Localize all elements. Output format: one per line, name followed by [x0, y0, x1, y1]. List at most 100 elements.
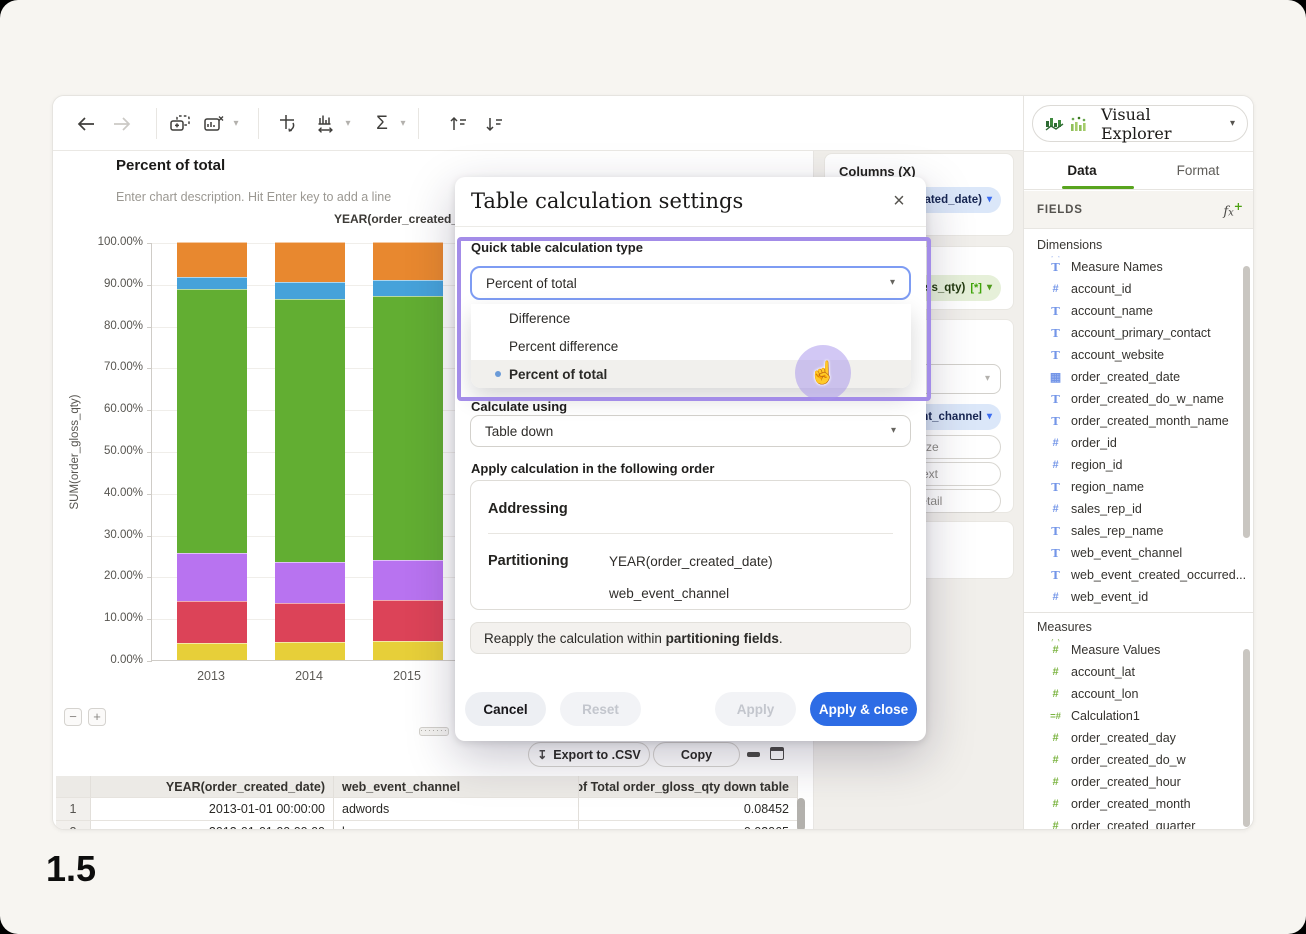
field-item-order-created-month-name[interactable]: Torder_created_month_name — [1024, 410, 1254, 432]
mini-bar-line-chart-icon — [1045, 116, 1065, 132]
bar-segment-segment-orange[interactable] — [177, 242, 247, 277]
tab-data[interactable]: Data — [1024, 152, 1140, 189]
field-item-calculation1[interactable]: =#Calculation1 — [1024, 705, 1254, 727]
bar-segment-segment-green[interactable] — [177, 289, 247, 553]
field-item-account-website[interactable]: Taccount_website — [1024, 344, 1254, 366]
axis-tick — [147, 243, 152, 244]
menu-option-percent-of-total[interactable]: Percent of total — [471, 360, 911, 388]
measures-scrollbar[interactable] — [1243, 649, 1250, 827]
bar-segment-segment-yellow[interactable] — [275, 642, 345, 660]
field-item-order-created-do-w[interactable]: #order_created_do_w — [1024, 749, 1254, 771]
text-type-icon: T — [1047, 326, 1064, 340]
apply-button[interactable]: Apply — [715, 692, 796, 726]
bar-segment-segment-yellow[interactable] — [177, 643, 247, 660]
bar-segment-segment-purple[interactable] — [275, 562, 345, 603]
partitioning-fields: YEAR(order_created_date)web_event_channe… — [609, 553, 773, 617]
field-label: Calculation1 — [1071, 709, 1140, 723]
field-item-measure-names[interactable]: TMeasure Names — [1024, 256, 1254, 278]
field-label: account_website — [1071, 348, 1164, 362]
minimize-table-icon[interactable] — [747, 752, 760, 757]
calculate-using-select[interactable]: Table down ▾ — [470, 415, 911, 447]
reset-button[interactable]: Reset — [560, 692, 641, 726]
field-item-region-name[interactable]: Tregion_name — [1024, 476, 1254, 498]
stacked-bar[interactable] — [373, 242, 443, 660]
apply-and-close-button[interactable]: Apply & close — [810, 692, 917, 726]
sort-descending-icon[interactable] — [481, 111, 507, 137]
back-arrow-icon[interactable] — [73, 111, 99, 137]
field-item-measure-values[interactable]: #Measure Values — [1024, 639, 1254, 661]
aggregate-caret-icon[interactable]: ▾ — [396, 111, 410, 137]
bar-size-icon[interactable] — [313, 111, 339, 137]
chart-description-placeholder[interactable]: Enter chart description. Hit Enter key t… — [116, 190, 391, 204]
bar-segment-segment-green[interactable] — [373, 296, 443, 559]
menu-option-difference[interactable]: Difference — [471, 304, 911, 332]
forward-arrow-icon[interactable] — [109, 111, 135, 137]
field-item-order-created-month[interactable]: #order_created_month — [1024, 793, 1254, 815]
bar-segment-segment-green[interactable] — [275, 299, 345, 562]
bar-size-caret-icon[interactable]: ▾ — [341, 111, 355, 137]
y-tick-label: 10.00% — [73, 612, 143, 624]
field-item-order-id[interactable]: #order_id — [1024, 432, 1254, 454]
stacked-bar[interactable] — [275, 242, 345, 660]
field-item-web-event-created-occurred-[interactable]: Tweb_event_created_occurred... — [1024, 564, 1254, 586]
sort-ascending-icon[interactable] — [445, 111, 471, 137]
close-icon[interactable]: × — [887, 189, 911, 213]
remove-chart-caret-icon[interactable]: ▾ — [229, 111, 243, 137]
field-item-order-created-day[interactable]: #order_created_day — [1024, 727, 1254, 749]
aggregate-sigma-icon[interactable]: Σ — [369, 111, 395, 137]
field-item-account-lat[interactable]: #account_lat — [1024, 661, 1254, 683]
maximize-table-icon[interactable] — [770, 747, 784, 760]
field-item-order-created-quarter[interactable]: #order_created_quarter — [1024, 815, 1254, 830]
copy-button[interactable]: Copy — [653, 742, 740, 767]
visual-explorer-button[interactable]: Visual Explorer ▾ — [1032, 105, 1248, 142]
remove-chart-icon[interactable] — [201, 111, 227, 137]
quick-calc-type-select[interactable]: Percent of total ▾ — [470, 266, 911, 300]
bar-segment-segment-blue[interactable] — [373, 280, 443, 297]
field-label: order_created_do_w_name — [1071, 392, 1224, 406]
add-formula-icon[interactable]: fx+ — [1223, 200, 1243, 219]
menu-option-percent-difference[interactable]: Percent difference — [471, 332, 911, 360]
field-item-sales-rep-name[interactable]: Tsales_rep_name — [1024, 520, 1254, 542]
swap-axes-icon[interactable] — [275, 111, 301, 137]
field-item-order-created-do-w-name[interactable]: Torder_created_do_w_name — [1024, 388, 1254, 410]
field-item-account-id[interactable]: #account_id — [1024, 278, 1254, 300]
field-item-account-name[interactable]: Taccount_name — [1024, 300, 1254, 322]
y-tick-label: 0.00% — [73, 654, 143, 666]
field-item-account-lon[interactable]: #account_lon — [1024, 683, 1254, 705]
field-item-account-primary-contact[interactable]: Taccount_primary_contact — [1024, 322, 1254, 344]
cancel-button[interactable]: Cancel — [465, 692, 546, 726]
zoom-out-button[interactable]: − — [64, 708, 82, 726]
zoom-in-button[interactable]: + — [88, 708, 106, 726]
field-item-sales-rep-id[interactable]: #sales_rep_id — [1024, 498, 1254, 520]
dimensions-scrollbar[interactable] — [1243, 266, 1250, 538]
field-item-web-event-id[interactable]: #web_event_id — [1024, 586, 1254, 608]
panel-resize-handle[interactable]: ········ — [419, 727, 449, 736]
bar-segment-segment-purple[interactable] — [177, 553, 247, 601]
tab-format[interactable]: Format — [1140, 152, 1254, 189]
number-type-icon: # — [1047, 283, 1064, 295]
bar-segment-segment-purple[interactable] — [373, 560, 443, 601]
stacked-bar[interactable] — [177, 242, 247, 660]
field-item-region-id[interactable]: #region_id — [1024, 454, 1254, 476]
duplicate-chart-icon[interactable] — [167, 111, 193, 137]
bar-segment-segment-orange[interactable] — [275, 242, 345, 282]
bar-segment-segment-yellow[interactable] — [373, 641, 443, 660]
bar-segment-segment-red[interactable] — [177, 601, 247, 643]
table-scrollbar[interactable] — [797, 798, 805, 830]
field-item-order-created-date[interactable]: ▦order_created_date — [1024, 366, 1254, 388]
results-table: YEAR(order_created_date)web_event_channe… — [56, 776, 810, 830]
field-label: sales_rep_name — [1071, 524, 1163, 538]
sw-num-type-icon: # — [1047, 644, 1064, 656]
bar-segment-segment-blue[interactable] — [177, 277, 247, 290]
export-csv-button[interactable]: ↧ Export to .CSV — [528, 742, 650, 767]
table-row[interactable]: 12013-01-01 00:00:00adwords0.08452 — [56, 798, 810, 821]
field-item-web-event-channel[interactable]: Tweb_event_channel — [1024, 542, 1254, 564]
table-row[interactable]: 22013-01-01 00:00:00banner0.03065 — [56, 821, 810, 830]
field-label: account_primary_contact — [1071, 326, 1211, 340]
bar-segment-segment-red[interactable] — [275, 603, 345, 642]
bar-segment-segment-red[interactable] — [373, 600, 443, 641]
bar-segment-segment-orange[interactable] — [373, 242, 443, 280]
field-item-order-created-hour[interactable]: #order_created_hour — [1024, 771, 1254, 793]
bar-segment-segment-blue[interactable] — [275, 282, 345, 300]
chart-title[interactable]: Percent of total — [116, 157, 225, 174]
